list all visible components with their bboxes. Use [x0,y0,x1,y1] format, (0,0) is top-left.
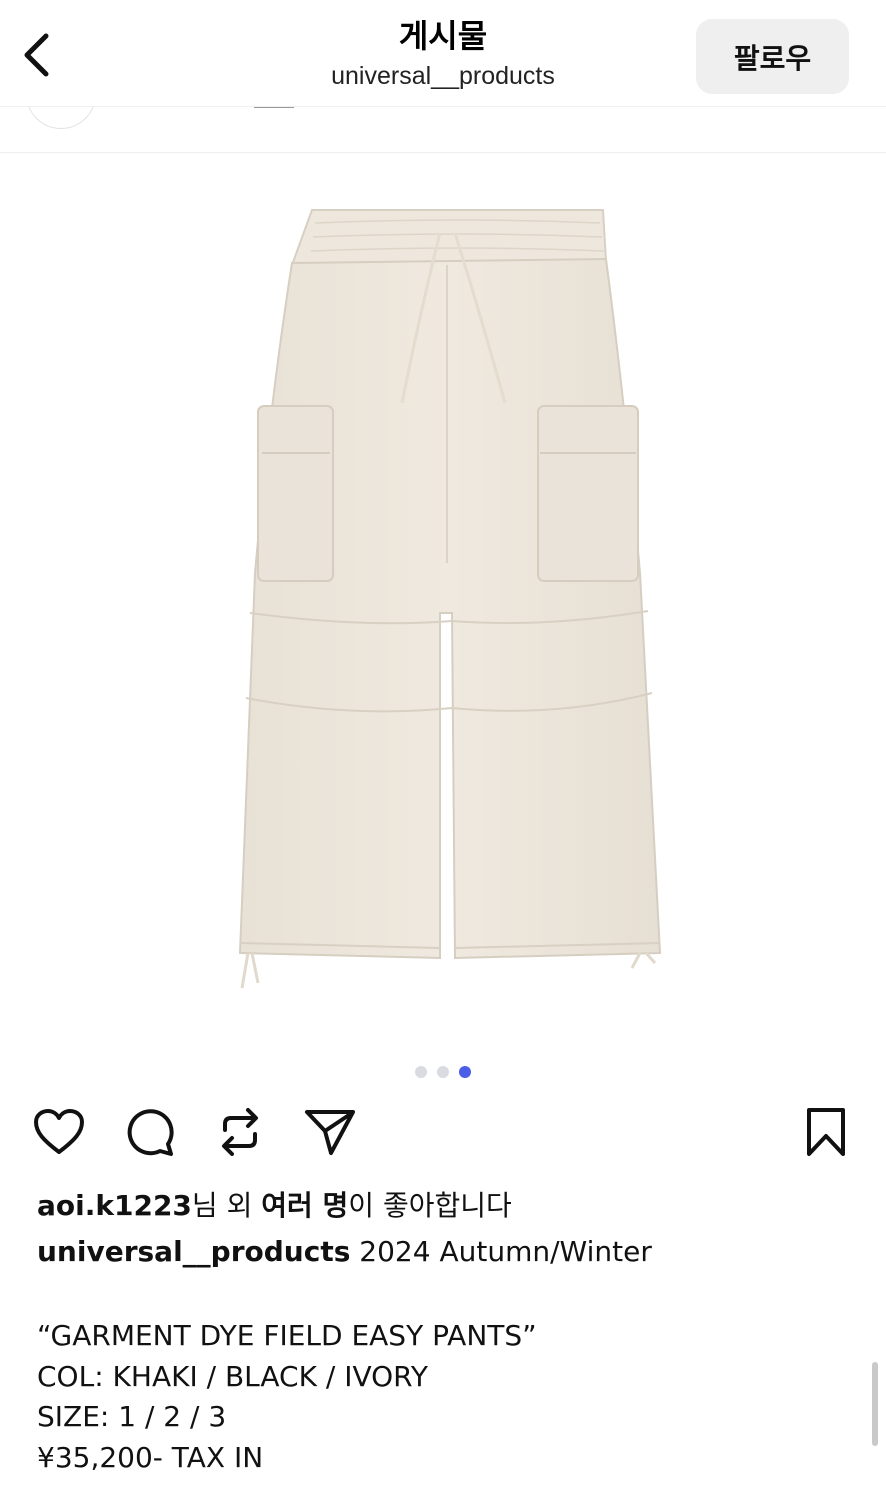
like-button[interactable] [31,1104,87,1160]
caption-line-colors: COL: KHAKI / BLACK / IVORY [37,1359,428,1393]
save-button[interactable] [798,1104,854,1160]
heart-icon [34,1109,84,1154]
comment-icon [127,1109,174,1156]
scrollbar[interactable] [872,1362,878,1446]
post-author-row [0,107,886,153]
carousel-indicator [0,1066,886,1078]
liked-by-username[interactable]: aoi.k1223 [37,1189,192,1222]
caption-body: “GARMENT DYE FIELD EASY PANTS” COL: KHAK… [37,1316,537,1478]
send-icon [305,1110,355,1155]
caption-line-price: ¥35,200- TAX IN [37,1440,264,1474]
comment-button[interactable] [122,1104,178,1160]
carousel-dot [415,1066,427,1078]
repost-button[interactable] [212,1104,268,1160]
caption-text: 2024 Autumn/Winter [350,1235,652,1268]
avatar[interactable] [26,107,96,129]
top-bar: 게시물 universal__products 팔로우 [0,0,886,106]
carousel-dot-active [459,1066,471,1078]
caption-username[interactable]: universal__products [37,1235,350,1268]
caption-first-line: universal__products 2024 Autumn/Winter [37,1234,652,1270]
likes-others[interactable]: 여러 명 [261,1189,348,1222]
caption-line-product: “GARMENT DYE FIELD EASY PANTS” [37,1319,537,1352]
likes-summary[interactable]: aoi.k1223님 외 여러 명이 좋아합니다 [37,1188,512,1224]
cargo-pants-image [238,209,662,989]
likes-text: 님 외 [191,1189,262,1222]
share-button[interactable] [302,1104,358,1160]
caption-line-sizes: SIZE: 1 / 2 / 3 [37,1400,227,1433]
follow-button[interactable]: 팔로우 [696,19,849,94]
carousel-dot [437,1066,449,1078]
post-actions-bar [0,1104,886,1164]
author-name-fragment [254,107,294,108]
repost-icon [222,1108,258,1156]
bookmark-icon [807,1108,845,1156]
likes-text-end: 이 좋아합니다 [348,1189,512,1222]
post-image[interactable] [0,153,886,1053]
